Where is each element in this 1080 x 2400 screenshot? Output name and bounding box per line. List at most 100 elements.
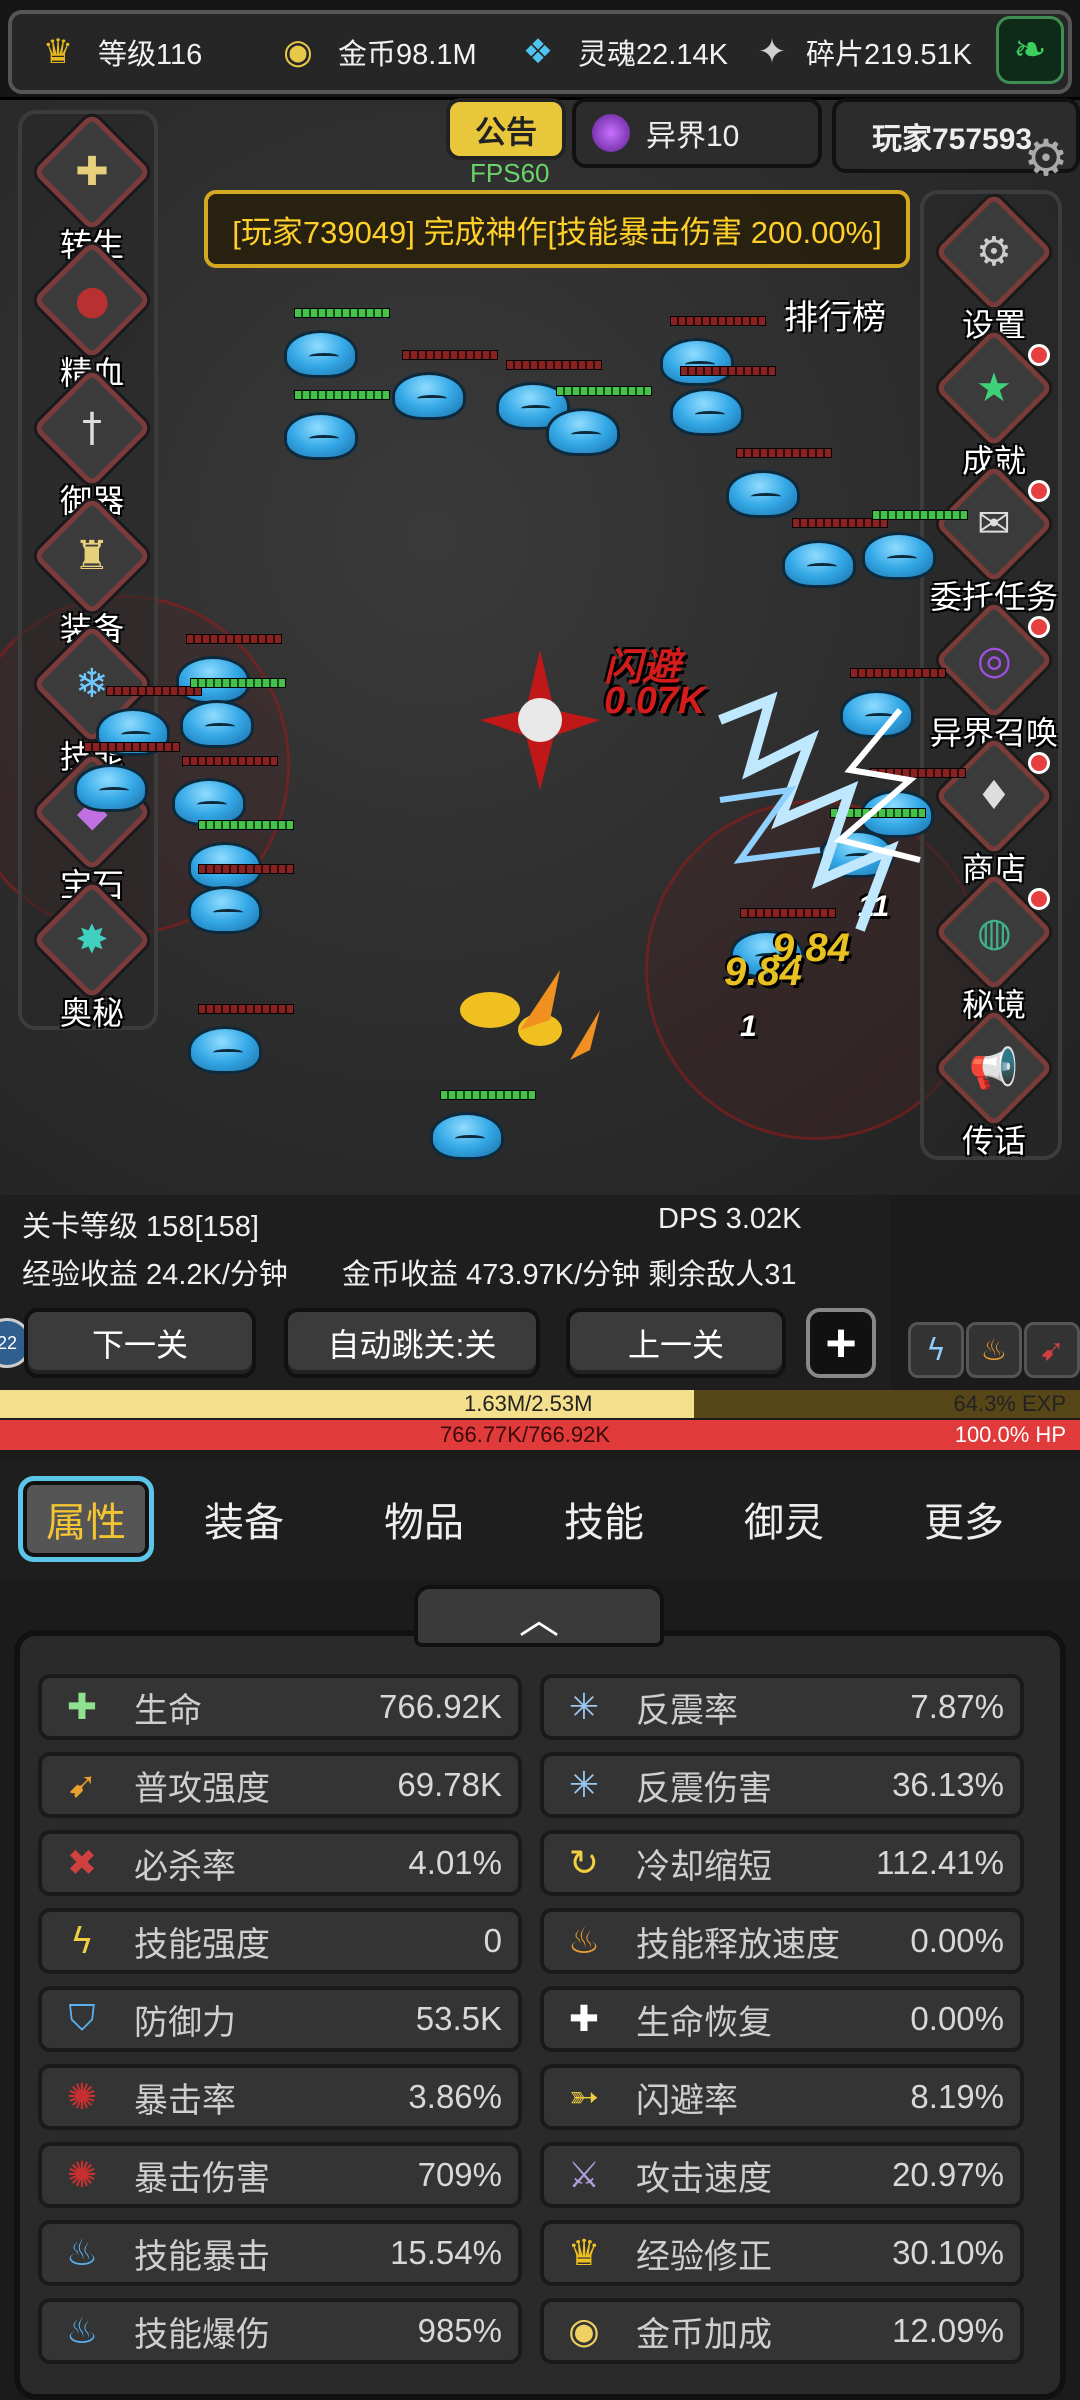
menu-badge-icon: ✚	[32, 112, 152, 232]
enemy-hp-bar	[182, 756, 278, 766]
notice-tab[interactable]: 公告	[446, 98, 566, 160]
stat-name: 技能暴击	[134, 2237, 270, 2276]
stat-icon: ➹	[66, 1764, 98, 1806]
stat-name: 生命	[134, 1691, 202, 1730]
slime-enemy[interactable]	[172, 778, 246, 826]
bottom-tab-bar: 属性 装备 物品 技能 御灵 更多	[0, 1458, 1080, 1580]
slime-enemy[interactable]	[862, 532, 936, 580]
collapse-toggle-button[interactable]: ︿	[414, 1585, 664, 1647]
enemy-hp-bar	[84, 742, 180, 752]
slime-enemy[interactable]	[188, 1026, 262, 1074]
stat-row: ✳ 反震伤害 36.13%	[540, 1752, 1024, 1818]
enemy-hp-bar	[872, 510, 968, 520]
stat-icon: ♨	[65, 2232, 99, 2274]
stat-name: 反震率	[636, 1691, 738, 1730]
skill-slot-icon[interactable]: ϟ	[908, 1322, 964, 1378]
stat-icon: ✳	[568, 1764, 600, 1806]
crown-icon: ♛	[42, 32, 74, 72]
stat-value: 36.13%	[892, 1766, 1004, 1803]
stat-name: 技能爆伤	[134, 2315, 270, 2354]
notification-dot	[1028, 480, 1050, 502]
tab-3[interactable]: 技能	[514, 1490, 694, 1548]
slime-enemy[interactable]	[180, 700, 254, 748]
leaf-menu-button[interactable]: ❧	[996, 16, 1064, 84]
stat-icon: ⚔	[567, 2154, 601, 2196]
stat-row: ✺ 暴击伤害 709%	[38, 2142, 522, 2208]
skill-slot-icon[interactable]: ♨	[966, 1322, 1022, 1378]
stat-value: 20.97%	[892, 2156, 1004, 2193]
stat-row: ✺ 暴击率 3.86%	[38, 2064, 522, 2130]
world-label: 异界10	[646, 120, 740, 153]
stat-name: 技能强度	[134, 1925, 270, 1964]
slime-enemy[interactable]	[726, 470, 800, 518]
shard-icon: ✦	[757, 32, 787, 72]
world-tab[interactable]: 异界10	[572, 98, 822, 168]
slime-enemy[interactable]	[284, 412, 358, 460]
enemy-hp-bar	[198, 1004, 294, 1014]
menu-item[interactable]: ✉ 委托任务	[924, 464, 1064, 618]
menu-item[interactable]: ⚙ 设置	[924, 192, 1064, 346]
slime-enemy[interactable]	[430, 1112, 504, 1160]
tab-1[interactable]: 装备	[154, 1490, 334, 1548]
menu-item[interactable]: ◍ 秘境	[924, 872, 1064, 1026]
stat-name: 暴击率	[134, 2081, 236, 2120]
menu-badge-icon: ●	[32, 240, 152, 360]
auto-skip-button[interactable]: 自动跳关:关	[284, 1308, 540, 1378]
stat-value: 985%	[417, 2312, 502, 2349]
slime-enemy[interactable]	[660, 338, 734, 386]
stat-row: ϟ 技能强度 0	[38, 1908, 522, 1974]
notification-dot	[1028, 752, 1050, 774]
tab-4[interactable]: 御灵	[694, 1490, 874, 1548]
enemy-hp-bar	[670, 316, 766, 326]
stat-icon: ◉	[568, 2310, 600, 2352]
enemy-hp-bar	[440, 1090, 536, 1100]
stat-value: 8.19%	[910, 2078, 1004, 2115]
gold-rate: 金币收益 473.97K/分钟 剩余敌人31	[342, 1259, 797, 1291]
resource-value: 灵魂22.14K	[578, 39, 728, 71]
enemy-hp-bar	[402, 350, 498, 360]
add-button[interactable]: +	[806, 1308, 876, 1378]
slime-enemy[interactable]	[74, 764, 148, 812]
stat-value: 30.10%	[892, 2234, 1004, 2271]
hero-character	[480, 650, 600, 790]
stat-row: ◉ 金币加成 12.09%	[540, 2298, 1024, 2364]
exp-bar: 1.63M/2.53M 64.3% EXP	[0, 1390, 1080, 1418]
next-stage-button[interactable]: 下一关	[24, 1308, 256, 1378]
stat-name: 生命恢复	[636, 2003, 772, 2042]
stat-value: 3.86%	[408, 2078, 502, 2115]
tab-5[interactable]: 更多	[874, 1490, 1054, 1548]
menu-badge-icon: ✸	[32, 880, 152, 1000]
resource-shard: ✦ 碎片219.51K	[732, 14, 972, 90]
stat-icon: ✳	[568, 1686, 600, 1728]
slime-enemy[interactable]	[188, 886, 262, 934]
menu-item[interactable]: 📢 传话	[924, 1008, 1064, 1162]
menu-item[interactable]: ★ 成就	[924, 328, 1064, 482]
resource-value: 碎片219.51K	[805, 39, 972, 71]
tab-2[interactable]: 物品	[334, 1490, 514, 1548]
enemy-hp-bar	[106, 686, 202, 696]
menu-item[interactable]: ◎ 异界召唤	[924, 600, 1064, 754]
fps-counter: FPS60	[470, 158, 550, 188]
stat-icon: ✺	[66, 2154, 98, 2196]
enemy-hp-bar	[736, 448, 832, 458]
notification-dot	[1028, 888, 1050, 910]
skill-slot-icon[interactable]: ➹	[1024, 1322, 1080, 1378]
menu-item[interactable]: ✸ 奥秘	[22, 880, 162, 1034]
menu-badge-icon: ⚙	[934, 192, 1054, 312]
tab-0[interactable]: 属性	[18, 1476, 154, 1562]
lightning-effect	[718, 691, 921, 932]
slime-enemy[interactable]	[670, 388, 744, 436]
slime-enemy[interactable]	[284, 330, 358, 378]
slime-enemy[interactable]	[392, 372, 466, 420]
enemy-hp-bar	[294, 390, 390, 400]
stat-icon: ⛉	[68, 1998, 96, 2039]
slime-enemy[interactable]	[782, 540, 856, 588]
prev-stage-button[interactable]: 上一关	[566, 1308, 786, 1378]
slime-enemy[interactable]	[546, 408, 620, 456]
leaderboard-link[interactable]: 排行榜	[784, 290, 886, 339]
stat-value: 15.54%	[390, 2234, 502, 2271]
gear-icon[interactable]: ⚙	[1018, 130, 1074, 186]
resource-bar: ♛ 等级116 ◉ 金币98.1M ❖ 灵魂22.14K ✦ 碎片219.51K ❧	[0, 0, 1080, 100]
stat-icon: ♨	[567, 1920, 601, 1962]
stat-value: 53.5K	[415, 2000, 502, 2037]
